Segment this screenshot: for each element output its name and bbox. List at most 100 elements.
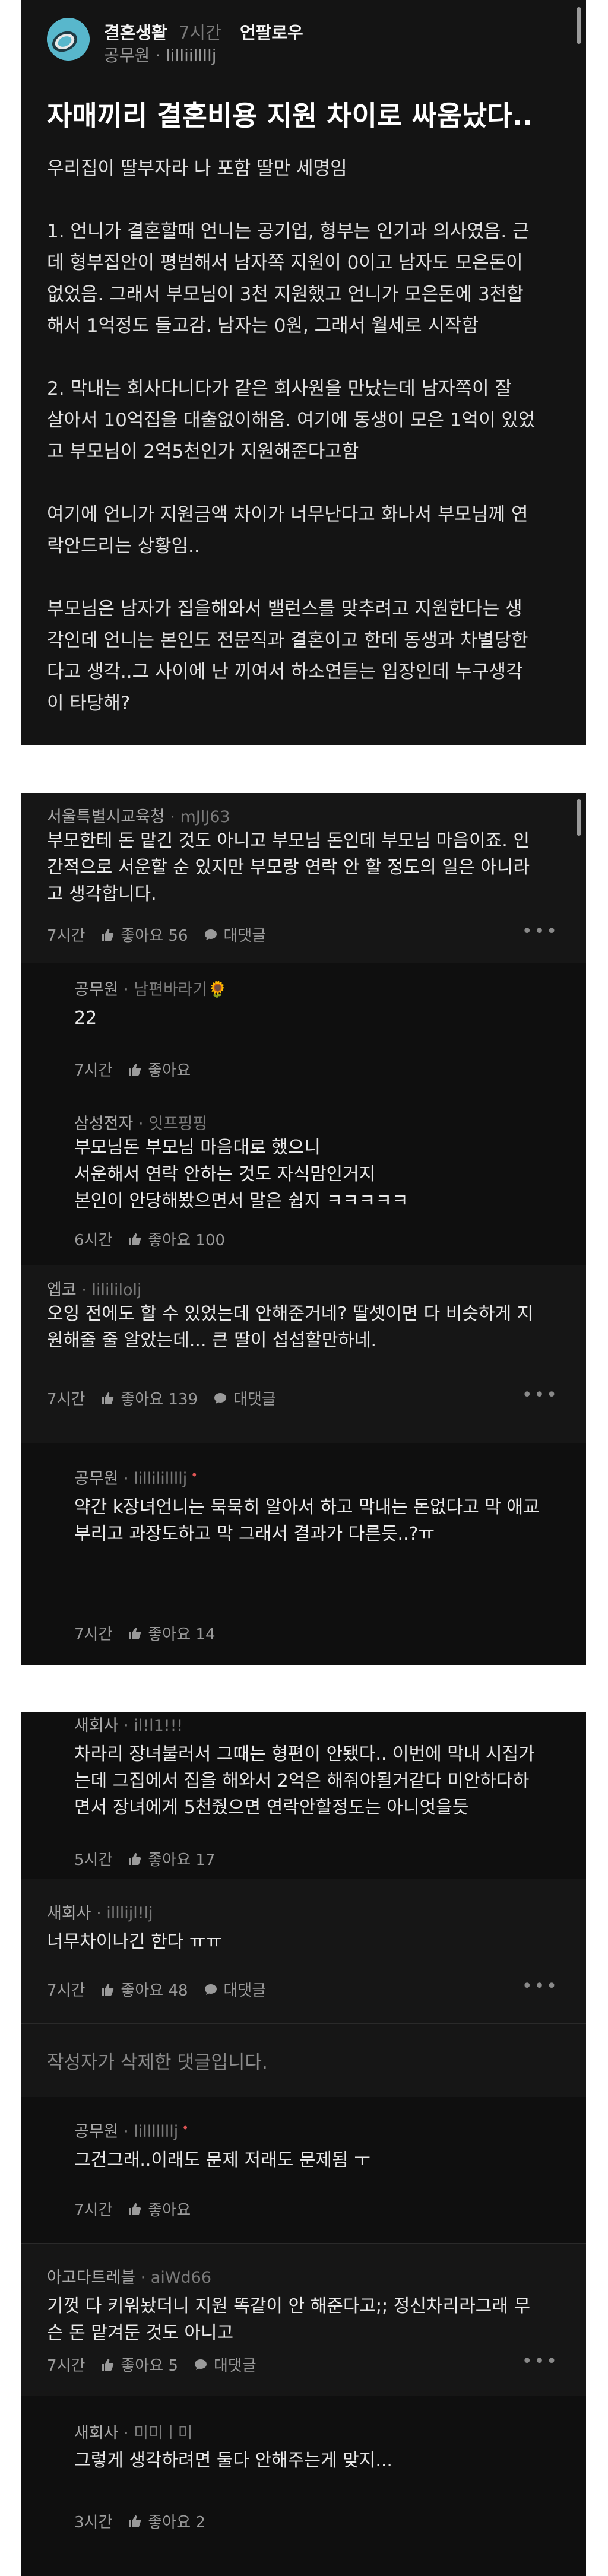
like-button[interactable]: 좋아요 2	[128, 2510, 205, 2532]
comment-line: 서운해서 연락 안하는 것도 자식맘인거지	[74, 1164, 376, 1185]
comment-author[interactable]: 새회사 · illlijl!lj	[47, 1900, 153, 1923]
board-name[interactable]: 결혼생활	[104, 23, 167, 43]
more-dots-icon[interactable]: •••	[522, 1976, 559, 1997]
comment-bubble-icon	[204, 1984, 217, 1995]
post-time: 7시간	[178, 23, 221, 43]
comment-line: 차라리 장녀불러서 그때는 형편이 안됐다.. 이번에 막내 시집가	[74, 1744, 535, 1765]
comment-author[interactable]: 새회사 · 미미ㅣ미	[74, 2420, 193, 2443]
like-button[interactable]: 좋아요 5	[100, 2353, 178, 2375]
reply-button[interactable]: 대댓글	[213, 1387, 276, 1409]
author-nickname: mJlJ63	[180, 808, 230, 826]
thumbs-up-icon	[129, 1852, 141, 1865]
comment-time: 7시간	[74, 1626, 113, 1644]
post-paragraph: 2. 막내는 회사다니다가 같은 회사원을 만났는데 남자쪽이 잘살아서 10억…	[47, 373, 563, 468]
post-line: 2. 막내는 회사다니다가 같은 회사원을 만났는데 남자쪽이 잘	[47, 378, 512, 399]
comment-time: 7시간	[47, 1982, 86, 2000]
author-nickname: aiWd66	[150, 2269, 212, 2287]
comment-author[interactable]: 공무원 · lillilillllj •	[74, 1465, 198, 1489]
author-company: 삼성전자	[74, 1115, 134, 1133]
author-nickname: lillilillllj	[134, 1470, 188, 1488]
reply-button[interactable]: 대댓글	[204, 924, 267, 946]
author-company: 공무원	[74, 1470, 119, 1488]
comment-actions: 7시간 좋아요 14	[74, 1622, 216, 1644]
comments-card-2: 새회사 · il!l1!!! 차라리 장녀불러서 그때는 형편이 안됐다.. 이번…	[21, 1712, 586, 2576]
more-dots-icon[interactable]: •••	[522, 921, 559, 942]
comment-time: 3시간	[74, 2514, 113, 2531]
thumbs-up-icon	[129, 2203, 141, 2215]
comment-author[interactable]: 엡코 · lilililolj	[47, 1277, 141, 1300]
reply-comment: 새회사 · il!l1!!! 차라리 장녀불러서 그때는 형편이 안됐다.. 이번…	[21, 1712, 586, 1879]
reply-button[interactable]: 대댓글	[204, 1978, 266, 2000]
like-button[interactable]: 좋아요 48	[100, 1978, 188, 2000]
deleted-comment: 작성자가 삭제한 댓글입니다.	[21, 2023, 586, 2097]
reply-label: 대댓글	[223, 927, 267, 945]
like-button[interactable]: 좋아요 139	[100, 1387, 198, 1409]
like-button[interactable]: 좋아요	[128, 2198, 191, 2220]
post-paragraph: 여기에 언니가 지원금액 차이가 너무난다고 화나서 부모님께 연 락안드리는 상…	[47, 499, 563, 562]
comment-author[interactable]: 공무원 · 남편바라기🌻	[74, 976, 227, 1000]
author-nickname: il!l1!!!	[134, 1717, 183, 1735]
thumbs-up-icon	[102, 1983, 114, 1996]
comment-author[interactable]: 서울특별시교육청 · mJlJ63	[47, 804, 230, 827]
comment-actions: 7시간 좋아요 5 대댓글	[47, 2353, 256, 2375]
comment-time: 6시간	[74, 1232, 113, 1249]
comment-author[interactable]: 새회사 · il!l1!!!	[74, 1712, 183, 1736]
comment-line: 오잉 전에도 할 수 있었는데 안해준거네? 딸셋이면 다 비슷하게 지	[47, 1303, 534, 1324]
comment-actions: 7시간 좋아요	[74, 1058, 191, 1080]
post-paragraph: 부모님은 남자가 집을해와서 밸런스를 맞추려고 지원한다는 생 각인데 언니는 …	[47, 594, 563, 719]
more-dots-icon[interactable]: •••	[522, 2351, 559, 2372]
comment-time: 7시간	[47, 2357, 86, 2375]
author-nickname: 잇프핑핑	[148, 1115, 208, 1133]
comment-text: 그렇게 생각하려면 둘다 안해주는게 맞지...	[74, 2447, 392, 2474]
post-line: 우리집이 딸부자라 나 포함 딸만 세명임	[47, 158, 347, 179]
comment-bubble-icon	[194, 2359, 207, 2370]
comment-text: 오잉 전에도 할 수 있었는데 안해준거네? 딸셋이면 다 비슷하게 지 원해줄 …	[47, 1300, 533, 1354]
like-label: 좋아요 5	[121, 2357, 178, 2375]
post-line: 해서 1억정도 들고감. 남자는 0원, 그래서 월세로 시작함	[47, 315, 479, 337]
like-button[interactable]: 좋아요 100	[128, 1228, 225, 1250]
like-button[interactable]: 좋아요	[128, 1058, 191, 1080]
comment-actions: 6시간 좋아요 100	[74, 1228, 225, 1250]
author-badge-dot: •	[182, 2121, 189, 2135]
author-company: 새회사	[74, 2424, 119, 2442]
post-title: 자매끼리 결혼비용 지원 차이로 싸움났다..	[47, 100, 533, 132]
post-line: 다고 생각..그 사이에 난 끼여서 하소연듣는 입장인데 누구생각	[47, 661, 523, 683]
like-button[interactable]: 좋아요 56	[100, 924, 188, 946]
comment-text: 부모한테 돈 맡긴 것도 아니고 부모님 돈인데 부모님 마음이죠. 인 간적으로…	[47, 827, 530, 908]
like-label: 좋아요	[148, 2201, 191, 2219]
comment-actions: 7시간 좋아요 139 대댓글	[47, 1387, 276, 1409]
author-nickname: lilllllllj	[134, 2123, 179, 2141]
comment-line: 간적으로 서운할 순 있지만 부모랑 연락 안 할 정도의 일은 아니라	[47, 857, 530, 878]
like-button[interactable]: 좋아요 14	[128, 1622, 216, 1644]
comment-actions: 7시간 좋아요 48 대댓글	[47, 1978, 266, 2000]
reply-button[interactable]: 대댓글	[194, 2353, 256, 2375]
comment-text: 부모님돈 부모님 마음대로 했으니 서운해서 연락 안하는 것도 자식맘인거지 본인…	[74, 1134, 408, 1214]
author-company: 엡코	[47, 1281, 77, 1299]
comment-line: 고 생각합니다.	[47, 884, 157, 905]
comment-actions: 7시간 좋아요 56 대댓글	[47, 924, 266, 946]
comment-line: 부리고 과장도하고 막 그래서 결과가 다른듯..?ㅠ	[74, 1524, 435, 1544]
post-paragraph: 1. 언니가 결혼할때 언니는 공기업, 형부는 인기과 의사였음. 근데 형부…	[47, 216, 563, 342]
comment-bubble-icon	[214, 1392, 227, 1404]
more-dots-icon[interactable]: •••	[522, 1385, 559, 1406]
like-button[interactable]: 좋아요 17	[128, 1848, 216, 1870]
like-label: 좋아요 17	[148, 1851, 216, 1869]
separator: ·	[76, 1281, 92, 1299]
reply-comment: 공무원 · 남편바라기🌻 22 7시간 좋아요	[21, 963, 586, 1097]
author-nickname: 남편바라기🌻	[134, 981, 228, 999]
post-body: 우리집이 딸부자라 나 포함 딸만 세명임 1. 언니가 결혼할때 언니는 공기업…	[47, 153, 563, 719]
board-avatar[interactable]	[47, 18, 90, 61]
scrollbar[interactable]	[577, 7, 581, 44]
deleted-comment-text: 작성자가 삭제한 댓글입니다.	[47, 2052, 268, 2073]
separator: ·	[135, 2269, 151, 2287]
post-line: 살아서 10억집을 대출없이해옴. 여기에 동생이 모은 1억이 있었	[47, 410, 536, 431]
comment-line: 그렇게 생각하려면 둘다 안해주는게 맞지...	[74, 2450, 392, 2471]
post-meta: 결혼생활 7시간 언팔로우	[104, 19, 303, 44]
unfollow-button[interactable]: 언팔로우	[240, 23, 303, 43]
comment-actions: 7시간 좋아요	[74, 2198, 191, 2220]
thumbs-up-icon	[129, 1233, 141, 1245]
comment-author[interactable]: 공무원 · lilllllllj •	[74, 2118, 189, 2142]
comment-line: 부모님돈 부모님 마음대로 했으니	[74, 1137, 321, 1158]
comment-author[interactable]: 삼성전자 · 잇프핑핑	[74, 1111, 208, 1134]
comment-author[interactable]: 아고다트레블 · aiWd66	[47, 2264, 211, 2288]
